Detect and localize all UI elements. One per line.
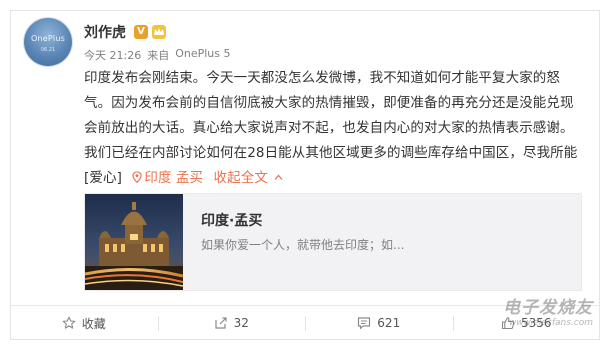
avatar-brand: OnePlus (31, 34, 65, 43)
source-prefix: 来自 (147, 49, 170, 62)
location-pin-icon (132, 171, 142, 183)
watermark-url: www.elecfans.com (508, 318, 593, 328)
location-text: 印度 孟买 (144, 170, 204, 186)
member-crown-icon[interactable] (152, 25, 166, 39)
post-meta: 今天 21:26 来自 OnePlus 5 (84, 47, 231, 63)
comment-button[interactable]: 621 (305, 306, 453, 340)
verified-v-icon[interactable]: V (134, 25, 148, 39)
watermark-brand: 电子发烧友 (503, 298, 593, 318)
site-watermark: 电子发烧友 www.elecfans.com (503, 293, 593, 328)
post-text: 印度发布会刚结束。今天一天都没怎么发微博，我不知道如何才能平复大家的怒气。因为发… (84, 66, 584, 191)
repost-icon (215, 317, 227, 329)
card-thumbnail[interactable] (85, 194, 183, 290)
author-name[interactable]: 刘作虎 (84, 22, 126, 42)
star-icon (62, 316, 76, 329)
location-link[interactable]: 印度 孟买 (126, 170, 207, 186)
avatar[interactable]: OnePlus 06.21 (24, 18, 72, 66)
repost-button[interactable]: 32 (157, 306, 306, 340)
repost-count: 32 (233, 316, 249, 330)
post-source[interactable]: OnePlus 5 (175, 47, 230, 63)
author-row: 刘作虎 V (84, 22, 166, 42)
comment-count: 621 (377, 316, 401, 330)
collapse-text-label: 收起全文 (213, 170, 268, 186)
card-description: 如果你爱一个人，就带他去印度；如... (201, 238, 405, 252)
location-card[interactable]: 印度·孟买 如果你爱一个人，就带他去印度；如... (84, 193, 582, 291)
card-title[interactable]: 印度·孟买 (201, 210, 262, 230)
chevron-up-icon (274, 174, 283, 180)
post-body: 印度发布会刚结束。今天一天都没怎么发微博，我不知道如何才能平复大家的怒气。因为发… (84, 70, 578, 186)
post-time[interactable]: 今天 21:26 (84, 47, 141, 63)
comment-icon (358, 317, 371, 330)
favorite-label: 收藏 (81, 316, 106, 331)
collapse-text-link[interactable]: 收起全文 (214, 170, 284, 186)
avatar-date: 06.21 (40, 47, 56, 53)
favorite-button[interactable]: 收藏 (10, 306, 158, 340)
